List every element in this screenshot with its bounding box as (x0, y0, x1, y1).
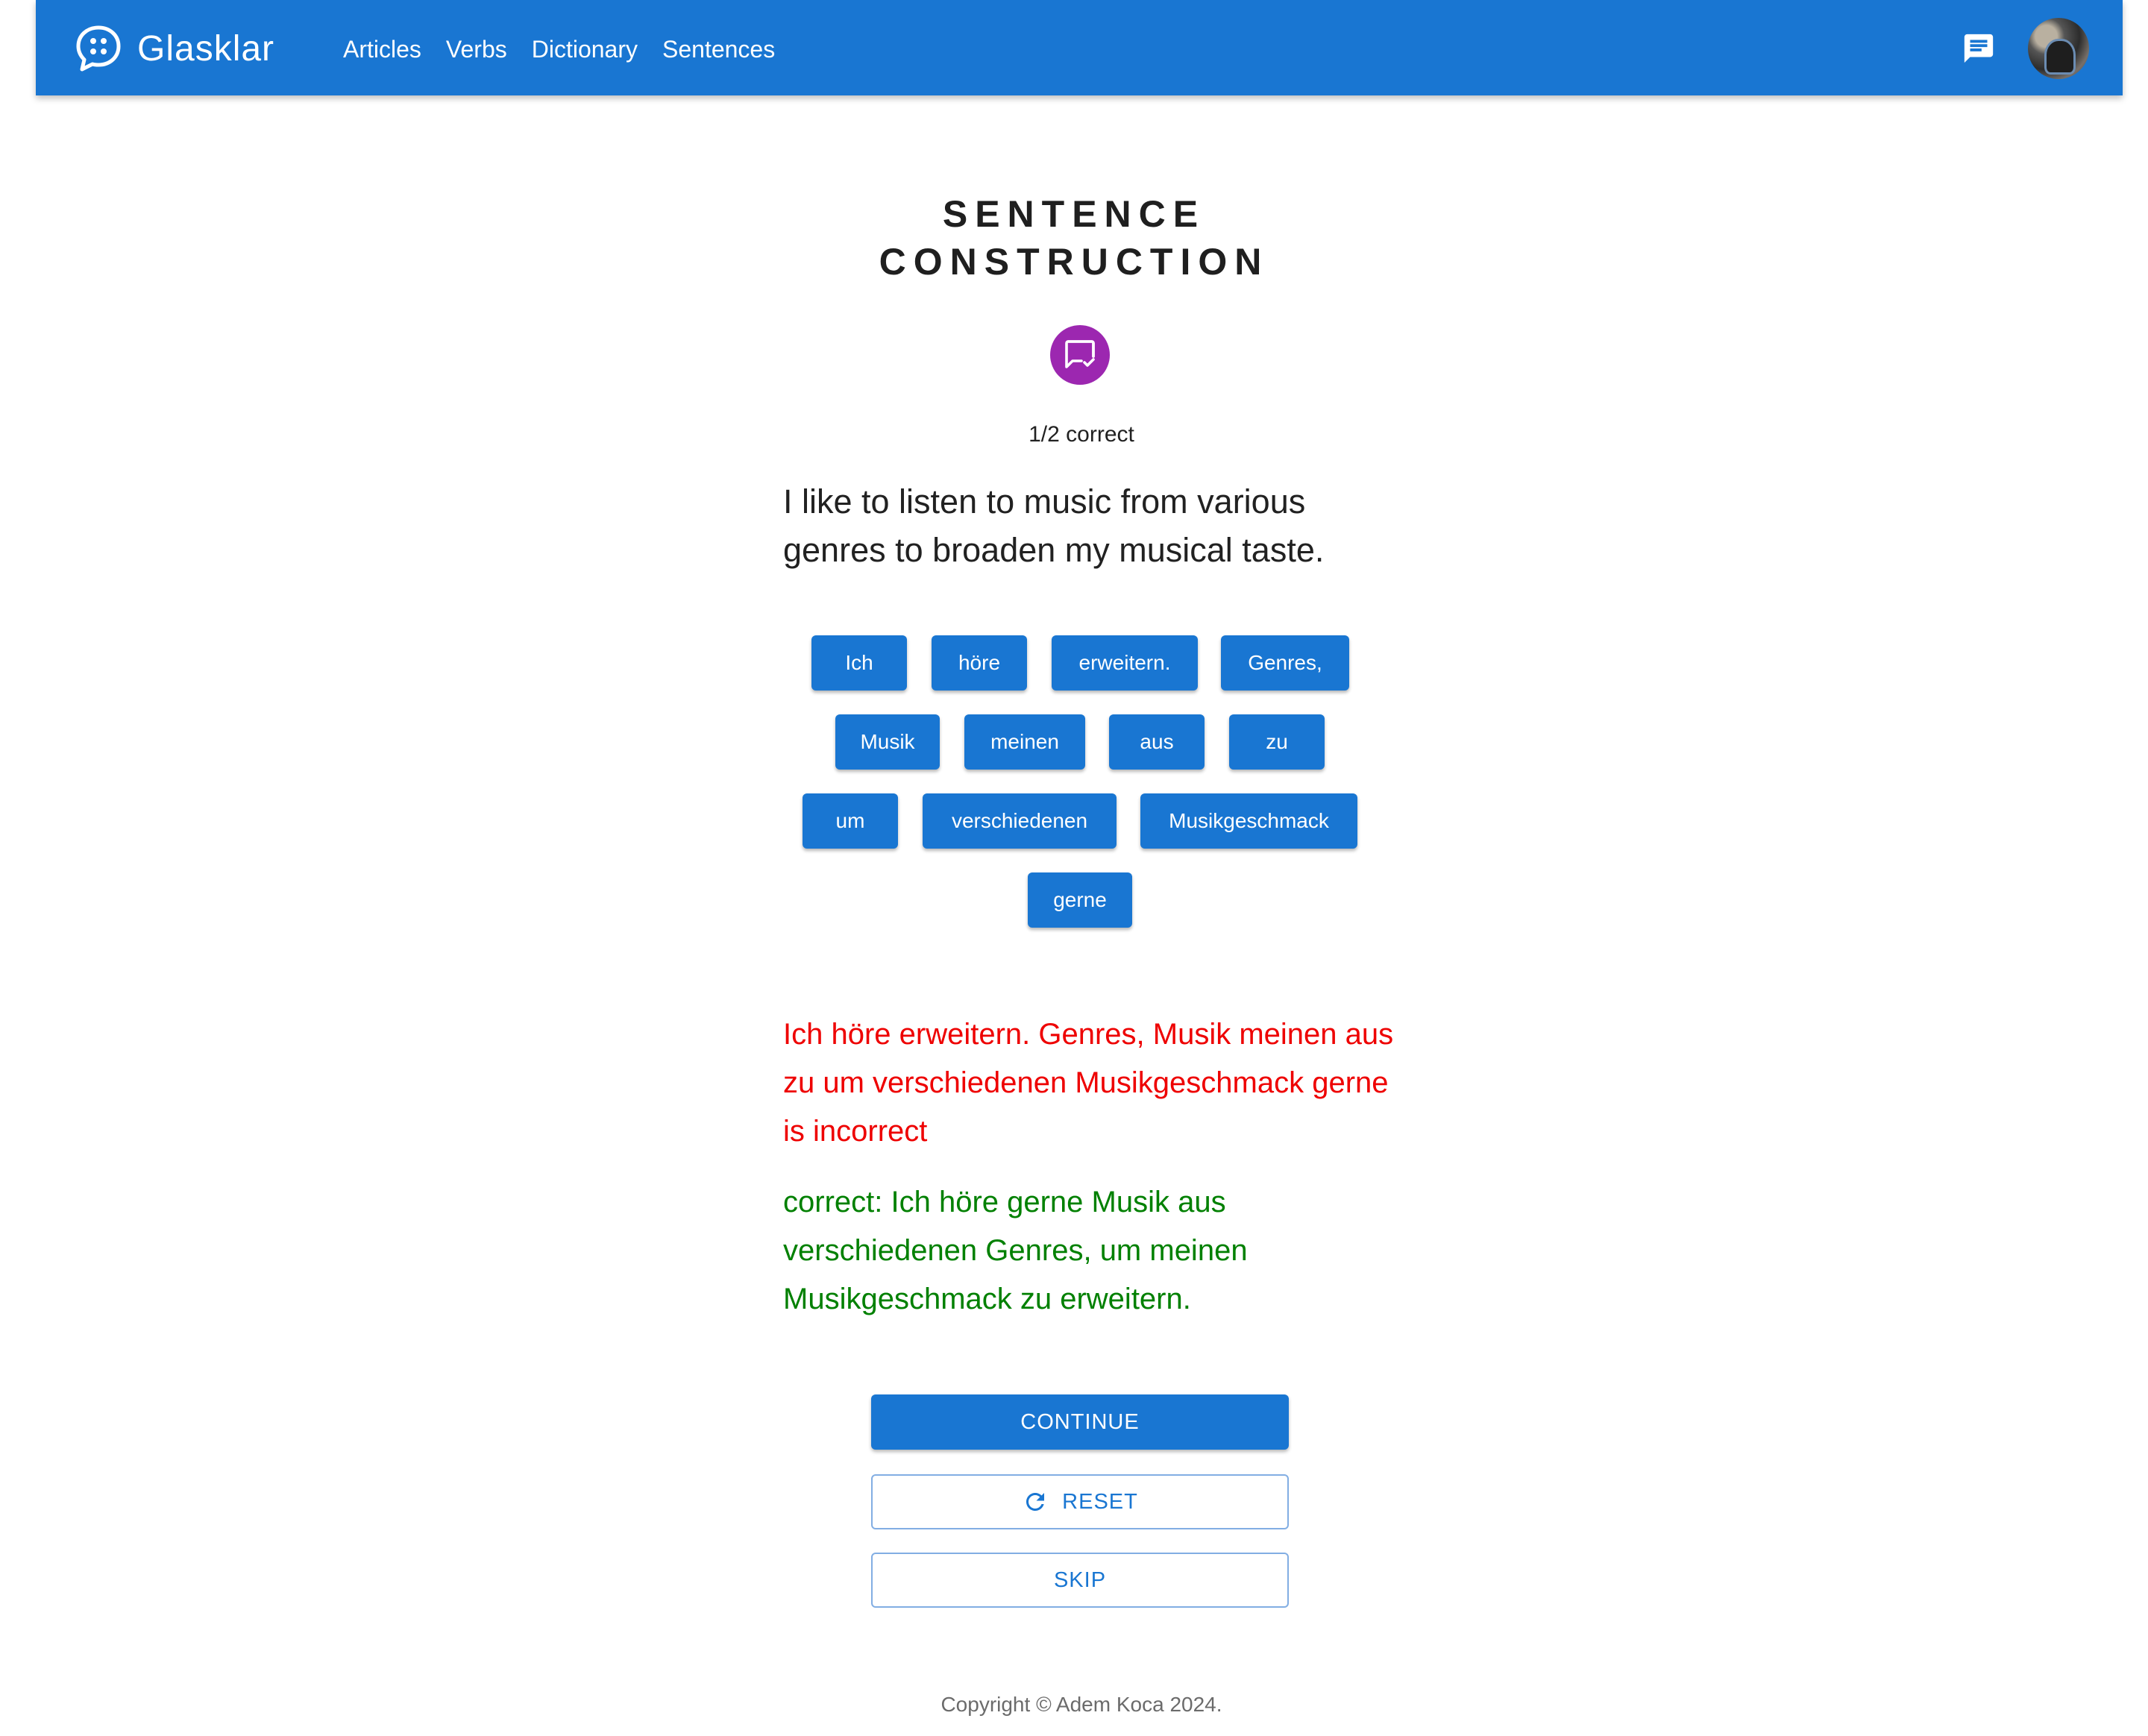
word-chip[interactable]: Musikgeschmack (1140, 793, 1357, 849)
page-title-line-1: SENTENCE (942, 193, 1206, 235)
page-title-line-2: CONSTRUCTION (879, 241, 1269, 283)
nav-dictionary[interactable]: Dictionary (532, 34, 638, 64)
nav-sentences[interactable]: Sentences (662, 34, 775, 64)
chat-check-icon (1065, 340, 1095, 368)
nav-articles[interactable]: Articles (343, 34, 421, 64)
incorrect-feedback: Ich höre erweitern. Genres, Musik meinen… (783, 1018, 1394, 1148)
score-text: 1/2 correct (1029, 422, 1134, 447)
correct-answer: correct: Ich höre gerne Musik aus versch… (783, 1186, 1248, 1315)
main-nav: Articles Verbs Dictionary Sentences (343, 34, 800, 64)
word-chip[interactable]: zu (1229, 714, 1325, 770)
reset-label: RESET (1062, 1489, 1138, 1514)
reset-button[interactable]: RESET (871, 1474, 1289, 1529)
brand-name: Glasklar (137, 28, 275, 69)
skip-button[interactable]: SKIP (871, 1553, 1289, 1608)
continue-label: CONTINUE (1020, 1409, 1140, 1434)
word-chip[interactable]: erweitern. (1052, 635, 1198, 691)
brand[interactable]: Glasklar (73, 22, 274, 75)
word-chip[interactable]: meinen (964, 714, 1085, 770)
word-chip[interactable]: höre (932, 635, 1027, 691)
nav-verbs[interactable]: Verbs (446, 34, 507, 64)
page-title: SENTENCE CONSTRUCTION (850, 190, 1298, 286)
word-chip[interactable]: um (803, 793, 898, 849)
skip-label: SKIP (1053, 1567, 1107, 1592)
word-chip[interactable]: verschiedenen (923, 793, 1117, 849)
word-chip[interactable]: Musik (835, 714, 940, 770)
footer-copyright: Copyright © Adem Koca 2024. (940, 1693, 1222, 1716)
word-chip[interactable]: gerne (1028, 872, 1132, 928)
word-chip[interactable]: Genres, (1221, 635, 1349, 691)
user-avatar[interactable] (2028, 18, 2089, 79)
chat-bubble-dots-icon (76, 25, 121, 72)
word-chip[interactable]: aus (1109, 714, 1205, 770)
exercise-badge (1050, 325, 1110, 385)
app-bar: Glasklar Articles Verbs Dictionary Sente… (36, 0, 2123, 95)
refresh-icon (1026, 1493, 1045, 1511)
english-prompt: I like to listen to music from various g… (783, 482, 1325, 569)
continue-button[interactable]: CONTINUE (871, 1394, 1289, 1450)
word-chip[interactable]: Ich (811, 635, 907, 691)
message-icon[interactable] (1962, 31, 1996, 66)
